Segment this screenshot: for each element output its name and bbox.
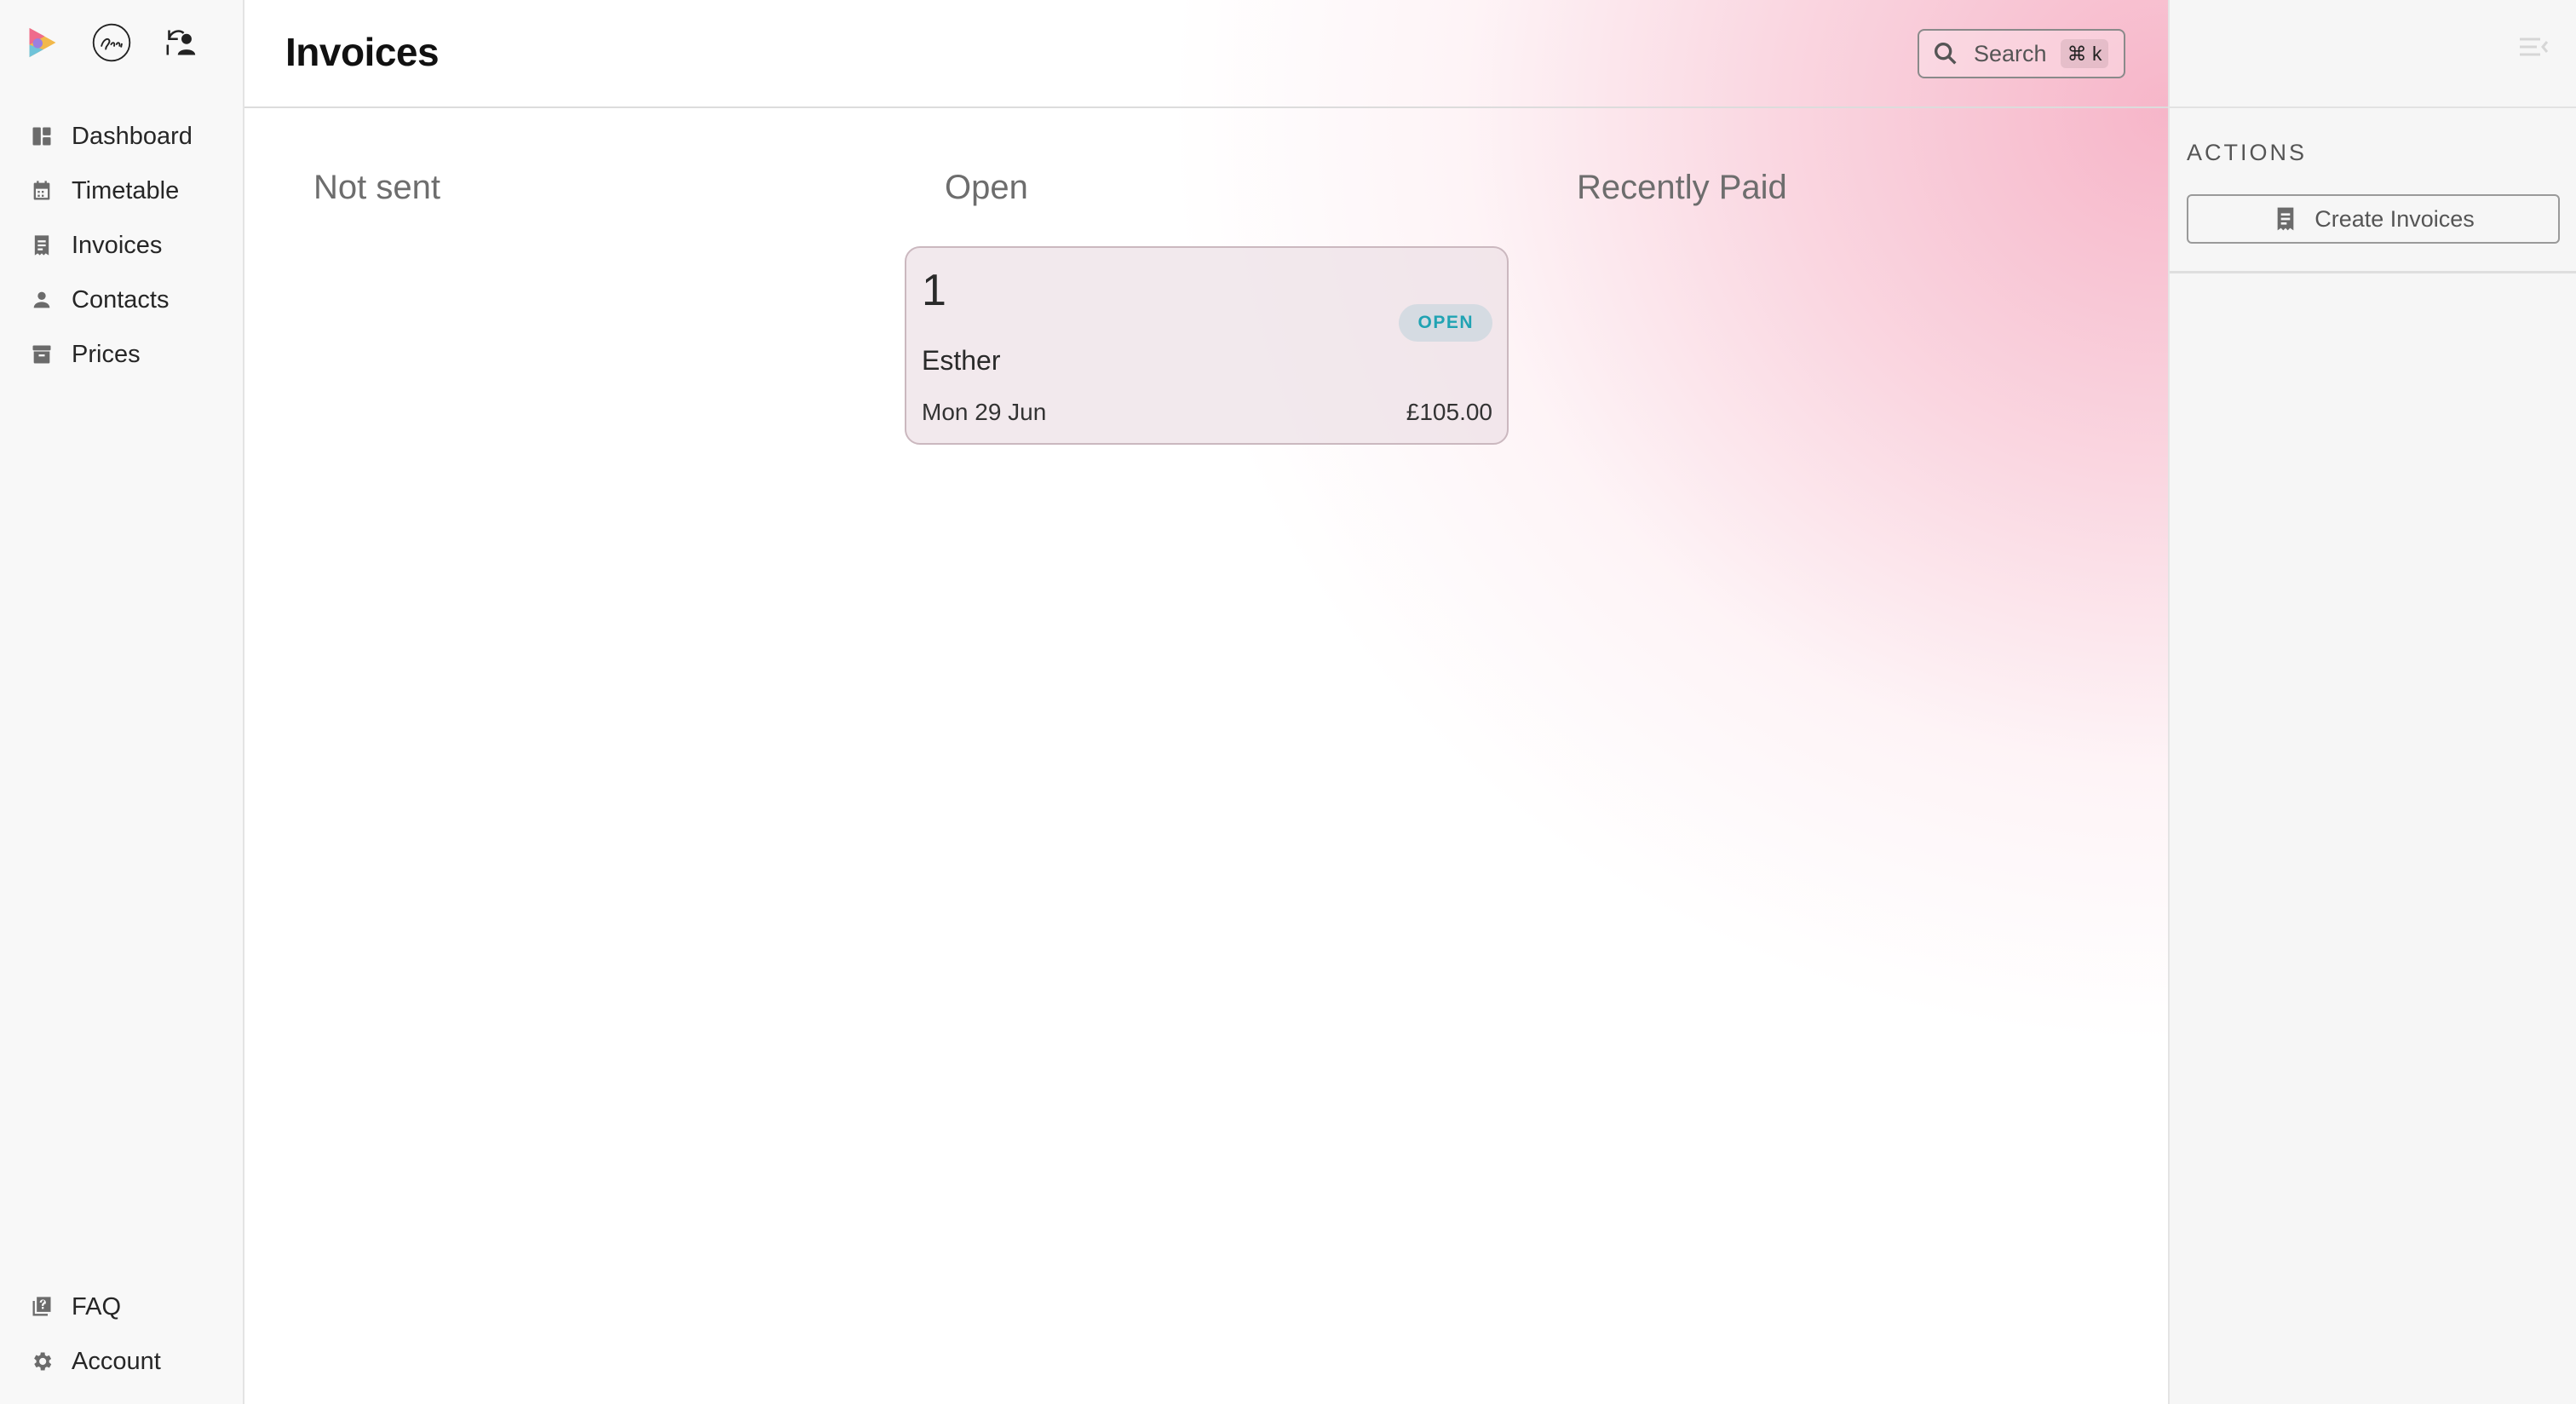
sidebar-bottom-nav: FAQ Account (0, 1280, 243, 1389)
receipt-icon (2277, 207, 2294, 231)
help-book-icon (29, 1294, 55, 1320)
calendar-icon (29, 178, 55, 204)
create-invoices-label: Create Invoices (2314, 205, 2475, 232)
sidebar-item-invoices[interactable]: Invoices (0, 218, 243, 273)
gear-icon (29, 1349, 55, 1374)
sidebar-item-label: Account (72, 1347, 161, 1375)
collapse-panel-icon[interactable] (2516, 32, 2550, 61)
search-label: Search (1974, 40, 2047, 66)
sidebar: Dashboard Timetable Invoices Contacts Pr… (0, 0, 244, 1404)
status-badge: OPEN (1399, 304, 1492, 342)
invoice-contact-name: Esther (922, 345, 1001, 376)
sidebar-item-label: Prices (72, 340, 141, 368)
sidebar-logos (24, 19, 201, 66)
actions-panel: ACTIONS Create Invoices (2168, 0, 2576, 1404)
actions-panel-header (2170, 0, 2576, 108)
invoice-card[interactable]: 1 OPEN Esther Mon 29 Jun £105.00 (905, 246, 1509, 445)
sidebar-item-dashboard[interactable]: Dashboard (0, 109, 243, 164)
top-bar: Invoices Search ⌘ k (244, 0, 2168, 108)
sidebar-item-contacts[interactable]: Contacts (0, 273, 243, 327)
switch-account-icon[interactable] (162, 23, 201, 62)
column-title-recently-paid: Recently Paid (1577, 169, 1787, 206)
column-title-open: Open (945, 169, 1028, 206)
actions-heading: ACTIONS (2187, 140, 2308, 165)
sidebar-item-label: Timetable (72, 176, 180, 204)
column-title-not-sent: Not sent (313, 169, 440, 206)
sidebar-item-label: Contacts (72, 285, 170, 314)
invoice-date: Mon 29 Jun (922, 399, 1047, 425)
sidebar-item-label: Invoices (72, 231, 163, 259)
main-content: Invoices Search ⌘ k Not sent Open Recent… (244, 0, 2168, 1404)
invoice-number: 1 (922, 266, 946, 315)
create-invoices-button[interactable]: Create Invoices (2187, 194, 2560, 244)
sidebar-item-timetable[interactable]: Timetable (0, 164, 243, 218)
sidebar-item-label: Dashboard (72, 122, 193, 150)
search-icon (1934, 42, 1957, 65)
search-button[interactable]: Search ⌘ k (1918, 29, 2125, 78)
sidebar-item-faq[interactable]: FAQ (0, 1280, 243, 1334)
sidebar-item-account[interactable]: Account (0, 1334, 243, 1389)
dashboard-icon (29, 124, 55, 149)
search-shortcut-badge: ⌘ k (2060, 39, 2109, 68)
invoice-amount: £105.00 (1406, 399, 1492, 425)
sidebar-item-label: FAQ (72, 1292, 122, 1321)
sidebar-nav: Dashboard Timetable Invoices Contacts Pr… (0, 109, 243, 382)
archive-box-icon (29, 342, 55, 367)
sidebar-item-prices[interactable]: Prices (0, 327, 243, 382)
actions-divider (2170, 271, 2576, 273)
app-logo-icon (29, 27, 56, 58)
receipt-icon (29, 233, 55, 258)
person-icon (29, 287, 55, 313)
page-title: Invoices (285, 30, 440, 74)
seni-logo-icon[interactable] (90, 21, 133, 64)
app-window: Dashboard Timetable Invoices Contacts Pr… (0, 0, 2576, 1404)
